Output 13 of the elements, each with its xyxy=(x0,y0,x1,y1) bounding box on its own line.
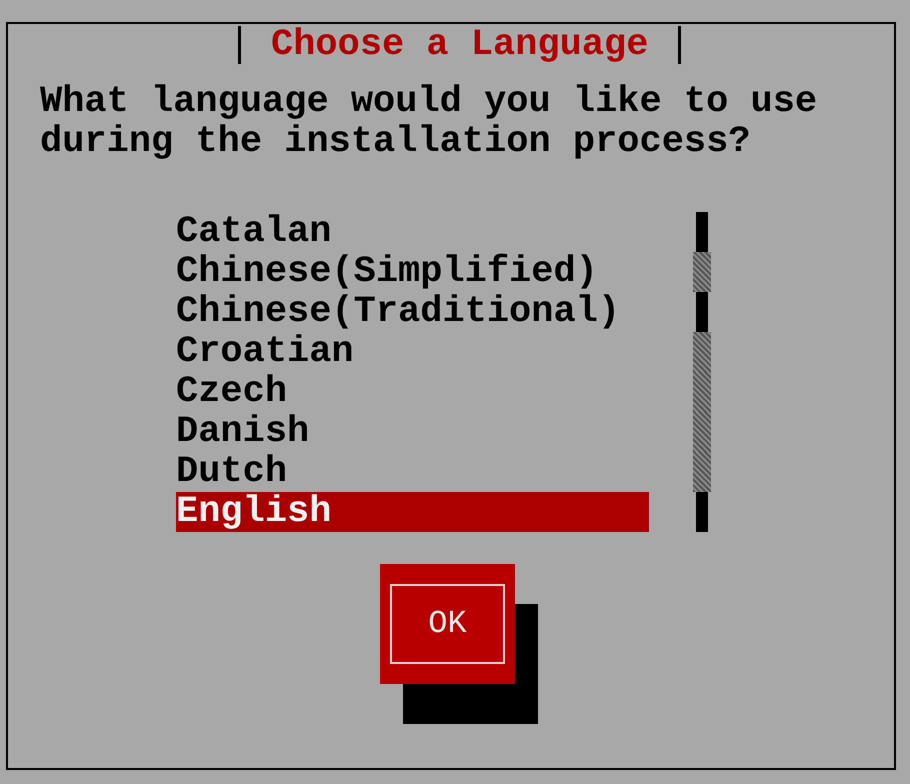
title-bracket xyxy=(238,26,241,64)
language-item[interactable]: Chinese(Simplified) xyxy=(176,252,649,292)
language-item[interactable]: Croatian xyxy=(176,332,649,372)
language-item[interactable]: Danish xyxy=(176,412,649,452)
language-item[interactable]: Czech xyxy=(176,372,649,412)
language-item[interactable]: Chinese(Traditional) xyxy=(176,292,649,332)
scroll-bar[interactable] xyxy=(693,212,711,532)
language-item[interactable]: Dutch xyxy=(176,452,649,492)
title-bracket xyxy=(678,26,682,64)
language-item[interactable]: Catalan xyxy=(176,212,649,252)
language-item[interactable]: English xyxy=(176,492,649,532)
prompt-text: What language would you like to use during the installation process? xyxy=(40,82,818,162)
ok-button[interactable]: OK xyxy=(380,564,515,684)
